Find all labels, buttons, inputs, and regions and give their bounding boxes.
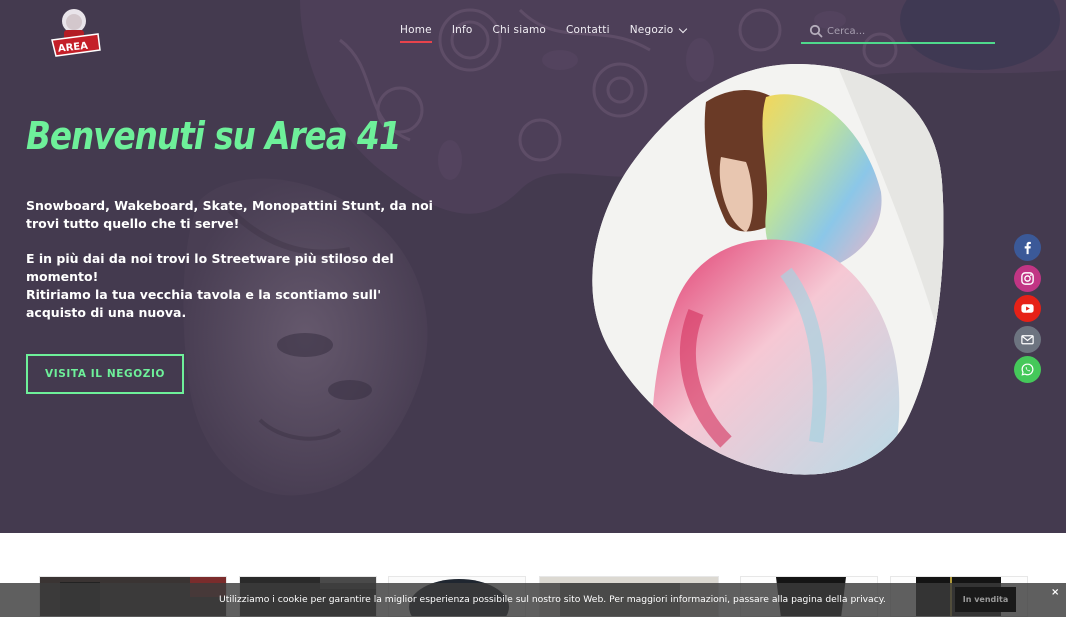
cookie-banner: In vendita Utilizziamo i cookie per gara… (0, 583, 1066, 617)
instagram-icon[interactable] (1014, 264, 1041, 292)
nav-item-label: Contatti (566, 24, 610, 36)
cookie-text: Utilizziamo i cookie per garantire la mi… (219, 594, 886, 605)
main-nav: Home Info Chi siamo Contatti Negozio (400, 22, 697, 43)
nav-item-label: Info (451, 24, 473, 36)
social-links (1014, 234, 1041, 383)
hero-paragraph-sports: Snowboard, Wakeboard, Skate, Monopattini… (26, 198, 433, 231)
nav-item-negozio[interactable]: Negozio (620, 22, 697, 38)
hero-section: AREA Home Info Chi siamo Contatti Negozi… (0, 0, 1066, 533)
whatsapp-icon[interactable] (1014, 356, 1041, 383)
search-bar (801, 20, 995, 44)
area41-logo-icon[interactable]: AREA (50, 4, 102, 58)
nav-item-info[interactable]: Info (442, 22, 483, 38)
nav-item-chi-siamo[interactable]: Chi siamo (483, 22, 557, 38)
nav-item-label: Home (400, 24, 432, 36)
email-icon[interactable] (1014, 325, 1041, 353)
nav-item-label: Chi siamo (492, 24, 547, 36)
close-icon[interactable]: × (1051, 587, 1059, 598)
chevron-down-icon (679, 24, 688, 33)
search-input[interactable] (827, 25, 987, 37)
hero-photo-hoodie-girl (592, 63, 944, 475)
sale-badge: In vendita (955, 587, 1016, 612)
hero-title: Benvenuti su Area 41 (26, 114, 402, 158)
hero-paragraph-streetwear: E in più dai da noi trovi lo Streetware … (26, 251, 394, 284)
youtube-icon[interactable] (1014, 295, 1041, 322)
nav-item-contatti[interactable]: Contatti (556, 22, 620, 38)
visit-shop-button[interactable]: VISITA IL NEGOZIO (26, 354, 184, 394)
search-icon[interactable] (807, 22, 825, 40)
nav-item-home[interactable]: Home (400, 22, 442, 43)
hero-paragraph-trade-in: Ritiriamo la tua vecchia tavola e la sco… (26, 287, 382, 320)
nav-item-label: Negozio (629, 24, 674, 36)
facebook-icon[interactable] (1014, 234, 1041, 261)
